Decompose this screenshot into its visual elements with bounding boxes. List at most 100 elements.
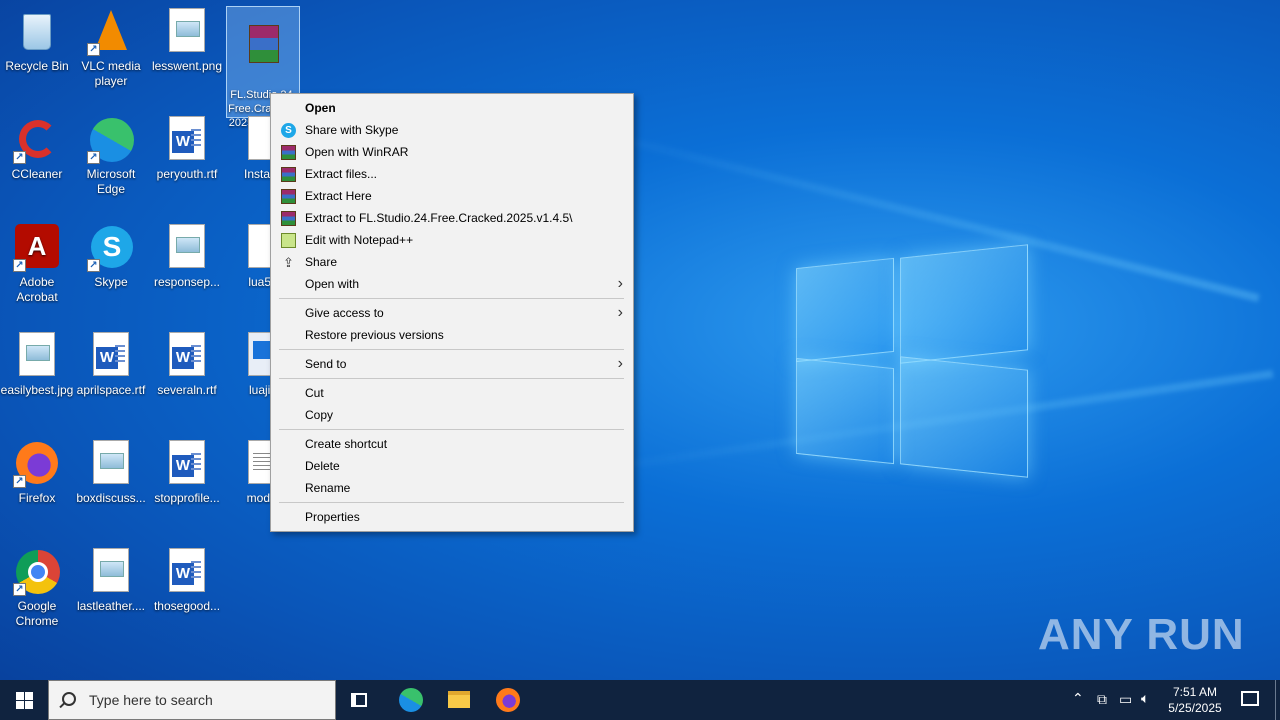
task-view-icon: [351, 693, 367, 707]
menu-item-label: Properties: [305, 510, 360, 524]
menu-separator: [279, 349, 624, 350]
menu-item-give-access-to[interactable]: Give access to ›: [271, 302, 633, 324]
taskbar-search-box[interactable]: Type here to search: [48, 680, 336, 720]
network-icon[interactable]: ▭: [1119, 691, 1132, 708]
menu-item-open[interactable]: Open: [271, 97, 633, 119]
icon-label: Google Chrome: [15, 599, 59, 628]
menu-item-label: Extract to FL.Studio.24.Free.Cracked.202…: [305, 211, 573, 225]
icon-label: stopprofile...: [154, 491, 220, 505]
ccleaner-icon: ↗: [13, 116, 61, 164]
menu-separator: [279, 378, 624, 379]
desktop-icon-lastleather[interactable]: lastleather....: [74, 544, 148, 614]
desktop-icon-severaln[interactable]: W severaln.rtf: [150, 328, 224, 398]
menu-separator: [279, 502, 624, 503]
clock-time: 7:51 AM: [1172, 685, 1218, 699]
winrar-icon: [281, 189, 296, 204]
notepad-plus-plus-icon: [281, 233, 296, 248]
desktop-icon-google-chrome[interactable]: ↗ Google Chrome: [0, 544, 74, 629]
desktop-icon-lesswent[interactable]: lesswent.png: [150, 4, 224, 74]
system-tray: ⌃ ⧉ ▭ 🔈︎: [1070, 680, 1160, 720]
desktop-icon-aprilspace[interactable]: W aprilspace.rtf: [74, 328, 148, 398]
menu-item-open-with-winrar[interactable]: Open with WinRAR: [271, 141, 633, 163]
clock-date: 5/25/2025: [1168, 701, 1222, 715]
edge-icon: ↗: [87, 116, 135, 164]
menu-item-share-with-skype[interactable]: S Share with Skype: [271, 119, 633, 141]
icon-label: thosegood...: [153, 599, 221, 613]
notification-icon: [1241, 691, 1259, 706]
menu-item-label: Copy: [305, 408, 334, 422]
chevron-up-icon[interactable]: ⌃: [1072, 690, 1084, 707]
menu-item-label: Extract files...: [305, 167, 378, 181]
chevron-right-icon: ›: [617, 355, 623, 372]
vlc-cone-icon: ↗: [87, 8, 135, 56]
chrome-icon: ↗: [13, 548, 61, 596]
word-document-icon: W: [163, 332, 211, 380]
windows-logo-wallpaper: [796, 243, 1028, 478]
desktop-icon-thosegood[interactable]: W thosegood...: [150, 544, 224, 614]
desktop-icon-vlc[interactable]: ↗ VLC media player: [74, 4, 148, 89]
network-adapter-icon[interactable]: ⧉: [1097, 691, 1107, 708]
recycle-bin-icon: [13, 8, 61, 56]
show-desktop-button[interactable]: [1275, 680, 1280, 720]
winrar-archive-icon: [239, 23, 287, 71]
desktop-icon-ccleaner[interactable]: ↗ CCleaner: [0, 112, 74, 182]
image-file-icon: [163, 8, 211, 56]
search-icon: [62, 692, 76, 706]
menu-item-delete[interactable]: Delete: [271, 455, 633, 477]
word-document-icon: W: [163, 440, 211, 488]
desktop-icon-stopprofile[interactable]: W stopprofile...: [150, 436, 224, 506]
start-button[interactable]: [0, 680, 48, 720]
desktop-icon-skype[interactable]: S ↗ Skype: [74, 220, 148, 290]
icon-label: lesswent.png: [151, 59, 223, 73]
edge-icon: [399, 688, 423, 712]
menu-item-restore-previous-versions[interactable]: Restore previous versions: [271, 324, 633, 346]
search-placeholder: Type here to search: [89, 692, 213, 708]
menu-item-send-to[interactable]: Send to ›: [271, 353, 633, 375]
desktop-icon-easilybest[interactable]: easilybest.jpg: [0, 328, 74, 398]
taskbar-file-explorer-button[interactable]: [435, 680, 483, 720]
desktop-icon-recycle-bin[interactable]: Recycle Bin: [0, 4, 74, 74]
taskbar-clock[interactable]: 7:51 AM 5/25/2025: [1160, 684, 1230, 716]
taskbar-edge-button[interactable]: [387, 680, 435, 720]
action-center-button[interactable]: [1232, 680, 1272, 720]
menu-item-label: Cut: [305, 386, 324, 400]
menu-item-label: Share with Skype: [305, 123, 399, 137]
menu-item-cut[interactable]: Cut: [271, 382, 633, 404]
share-icon: ⇪: [283, 255, 294, 270]
task-view-button[interactable]: [336, 680, 384, 720]
menu-item-extract-here[interactable]: Extract Here: [271, 185, 633, 207]
icon-label: Adobe Acrobat: [16, 275, 58, 304]
menu-item-label: Restore previous versions: [305, 328, 444, 342]
menu-item-rename[interactable]: Rename: [271, 477, 633, 499]
menu-item-open-with[interactable]: Open with ›: [271, 273, 633, 295]
firefox-icon: [496, 688, 520, 712]
icon-label: Recycle Bin: [5, 59, 69, 73]
menu-item-edit-with-notepad[interactable]: Edit with Notepad++: [271, 229, 633, 251]
desktop-icon-responsep[interactable]: responsep...: [150, 220, 224, 290]
desktop-icon-adobe-acrobat[interactable]: A ↗ Adobe Acrobat: [0, 220, 74, 305]
taskbar-firefox-button[interactable]: [484, 680, 532, 720]
menu-separator: [279, 298, 624, 299]
firefox-icon: ↗: [13, 440, 61, 488]
menu-item-extract-to[interactable]: Extract to FL.Studio.24.Free.Cracked.202…: [271, 207, 633, 229]
menu-item-label: Create shortcut: [305, 437, 388, 451]
icon-label: lastleather....: [76, 599, 146, 613]
menu-item-copy[interactable]: Copy: [271, 404, 633, 426]
menu-item-label: Open: [305, 101, 336, 115]
menu-item-label: Share: [305, 255, 338, 269]
volume-icon[interactable]: 🔈︎: [1141, 690, 1149, 707]
folder-icon: [448, 691, 470, 708]
menu-item-create-shortcut[interactable]: Create shortcut: [271, 433, 633, 455]
desktop-icon-peryouth[interactable]: W peryouth.rtf: [150, 112, 224, 182]
word-document-icon: W: [87, 332, 135, 380]
menu-item-properties[interactable]: Properties: [271, 506, 633, 528]
menu-item-label: Extract Here: [305, 189, 372, 203]
desktop-icon-firefox[interactable]: ↗ Firefox: [0, 436, 74, 506]
desktop-icon-edge[interactable]: ↗ Microsoft Edge: [74, 112, 148, 197]
desktop-icon-boxdiscuss[interactable]: boxdiscuss...: [74, 436, 148, 506]
chevron-right-icon: ›: [617, 275, 623, 292]
menu-item-extract-files[interactable]: Extract files...: [271, 163, 633, 185]
icon-label: boxdiscuss...: [76, 491, 146, 505]
icon-label: severaln.rtf: [157, 383, 217, 397]
menu-item-share[interactable]: ⇪ Share: [271, 251, 633, 273]
